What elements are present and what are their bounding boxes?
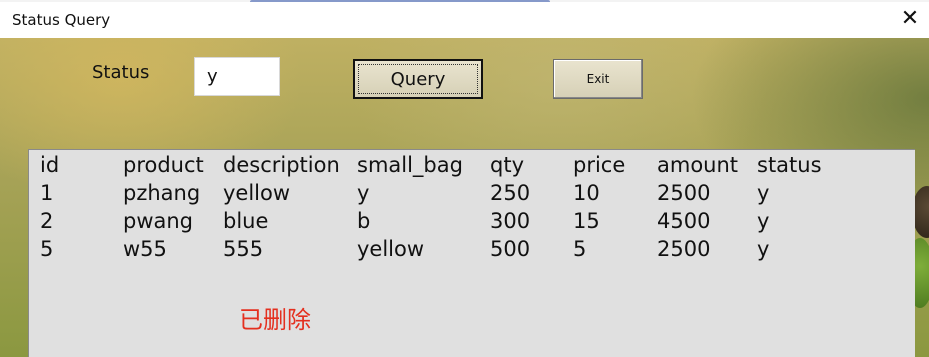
table-cell: y	[357, 181, 370, 205]
column-header: product	[123, 153, 204, 177]
column-header: id	[40, 153, 60, 177]
table-cell: y	[757, 237, 770, 261]
column-header: qty	[490, 153, 524, 177]
table-cell: y	[757, 209, 770, 233]
status-query-window: Status Query ✕ Status Query Exit id produ…	[0, 0, 929, 357]
table-cell: 555	[223, 237, 264, 261]
table-cell: blue	[223, 209, 269, 233]
column-header: small_bag	[357, 153, 463, 177]
column-header: amount	[657, 153, 739, 177]
table-cell: 15	[573, 209, 600, 233]
client-area: Status Query Exit id product description sm…	[0, 38, 929, 357]
window-title: Status Query	[12, 11, 111, 29]
table-cell: 500	[490, 237, 531, 261]
query-button-focus-rect	[358, 64, 478, 94]
table-cell: 2	[40, 209, 54, 233]
status-input[interactable]	[194, 57, 280, 96]
close-icon[interactable]: ✕	[897, 5, 923, 31]
table-cell: 4500	[657, 209, 711, 233]
table-cell: w55	[123, 237, 167, 261]
exit-button-label: Exit	[586, 72, 610, 86]
table-cell: 300	[490, 209, 531, 233]
results-panel: id product description small_bag qty price amo…	[28, 149, 915, 357]
column-header: price	[573, 153, 626, 177]
table-cell: 2500	[657, 181, 711, 205]
table-cell: yellow	[223, 181, 291, 205]
column-header: description	[223, 153, 340, 177]
column-header: status	[757, 153, 822, 177]
table-cell: 5	[573, 237, 587, 261]
table-cell: pwang	[123, 209, 194, 233]
table-cell: 2500	[657, 237, 711, 261]
status-label: Status	[92, 62, 150, 83]
table-cell: pzhang	[123, 181, 201, 205]
table-cell: y	[757, 181, 770, 205]
table-cell: 1	[40, 181, 54, 205]
exit-button[interactable]: Exit	[553, 59, 643, 99]
query-button[interactable]: Query	[353, 59, 483, 99]
table-cell: 250	[490, 181, 531, 205]
table-cell: yellow	[357, 237, 425, 261]
title-bar: Status Query ✕	[0, 2, 929, 38]
table-cell: 5	[40, 237, 54, 261]
deleted-message: 已删除	[239, 306, 311, 334]
table-cell: b	[357, 209, 371, 233]
table-cell: 10	[573, 181, 600, 205]
